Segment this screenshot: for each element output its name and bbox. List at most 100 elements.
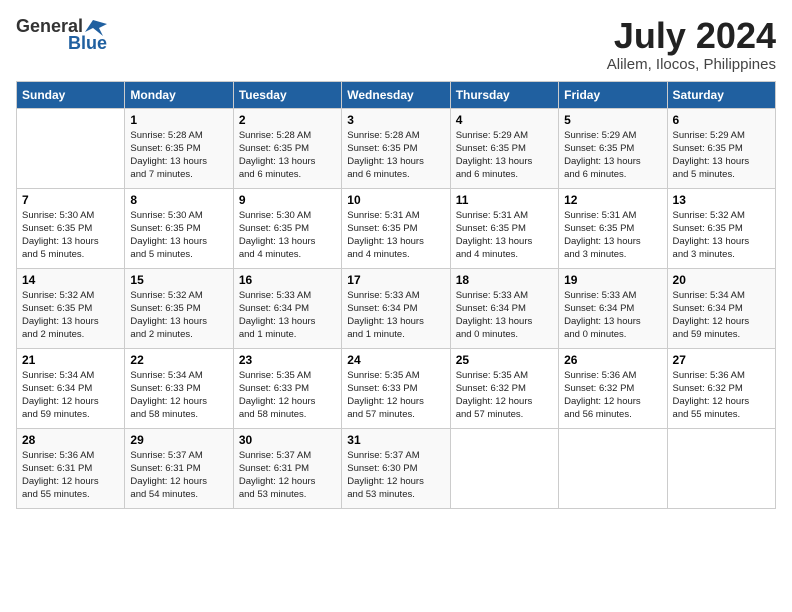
day-number: 1 (130, 113, 227, 127)
day-info-line: and 0 minutes. (564, 328, 661, 341)
day-info-line: Sunrise: 5:32 AM (673, 209, 770, 222)
day-info-line: Sunset: 6:35 PM (22, 302, 119, 315)
page-header: General Blue July 2024 Alilem, Ilocos, P… (16, 16, 776, 73)
day-info-line: Sunset: 6:35 PM (673, 222, 770, 235)
day-info-line: and 4 minutes. (347, 248, 444, 261)
calendar-cell: 29Sunrise: 5:37 AMSunset: 6:31 PMDayligh… (125, 428, 233, 508)
calendar-cell: 11Sunrise: 5:31 AMSunset: 6:35 PMDayligh… (450, 188, 558, 268)
day-info-line: Daylight: 13 hours (564, 315, 661, 328)
day-info-line: Daylight: 13 hours (239, 315, 336, 328)
day-info-line: Sunrise: 5:29 AM (564, 129, 661, 142)
day-info-line: Sunset: 6:35 PM (673, 142, 770, 155)
day-info-line: Sunset: 6:34 PM (456, 302, 553, 315)
day-info-line: Sunset: 6:35 PM (239, 142, 336, 155)
day-info-line: and 6 minutes. (239, 168, 336, 181)
day-number: 28 (22, 433, 119, 447)
day-info-line: and 5 minutes. (673, 168, 770, 181)
day-info-line: and 4 minutes. (456, 248, 553, 261)
day-info: Sunrise: 5:36 AMSunset: 6:31 PMDaylight:… (22, 449, 119, 502)
day-info: Sunrise: 5:28 AMSunset: 6:35 PMDaylight:… (130, 129, 227, 182)
calendar-cell: 17Sunrise: 5:33 AMSunset: 6:34 PMDayligh… (342, 268, 450, 348)
day-number: 16 (239, 273, 336, 287)
day-info: Sunrise: 5:35 AMSunset: 6:33 PMDaylight:… (239, 369, 336, 422)
month-year-title: July 2024 (607, 16, 776, 56)
day-info-line: Daylight: 13 hours (22, 235, 119, 248)
calendar-cell: 25Sunrise: 5:35 AMSunset: 6:32 PMDayligh… (450, 348, 558, 428)
day-info-line: Sunrise: 5:32 AM (22, 289, 119, 302)
day-info-line: and 2 minutes. (22, 328, 119, 341)
day-number: 22 (130, 353, 227, 367)
calendar-cell: 28 Sunrise: 5:36 AMSunset: 6:31 PMDayligh… (17, 428, 125, 508)
calendar-cell: 24Sunrise: 5:35 AMSunset: 6:33 PMDayligh… (342, 348, 450, 428)
calendar-cell: 12Sunrise: 5:31 AMSunset: 6:35 PMDayligh… (559, 188, 667, 268)
column-header-tuesday: Tuesday (233, 81, 341, 108)
day-info-line: Daylight: 13 hours (456, 315, 553, 328)
day-number: 30 (239, 433, 336, 447)
day-info-line: and 57 minutes. (456, 408, 553, 421)
day-info-line: and 5 minutes. (22, 248, 119, 261)
day-info-line: Sunset: 6:35 PM (564, 142, 661, 155)
day-info: Sunrise: 5:33 AMSunset: 6:34 PMDaylight:… (239, 289, 336, 342)
calendar-cell: 15Sunrise: 5:32 AMSunset: 6:35 PMDayligh… (125, 268, 233, 348)
day-info-line: Daylight: 13 hours (673, 155, 770, 168)
day-info-line: and 3 minutes. (673, 248, 770, 261)
day-number: 9 (239, 193, 336, 207)
day-info: Sunrise: 5:36 AMSunset: 6:32 PMDaylight:… (564, 369, 661, 422)
day-info-line: and 5 minutes. (130, 248, 227, 261)
calendar-cell (667, 428, 775, 508)
location-subtitle: Alilem, Ilocos, Philippines (607, 56, 776, 73)
calendar-cell: 5Sunrise: 5:29 AMSunset: 6:35 PMDaylight… (559, 108, 667, 188)
day-info-line: Sunset: 6:35 PM (456, 142, 553, 155)
day-info-line: Daylight: 12 hours (673, 395, 770, 408)
day-number: 25 (456, 353, 553, 367)
title-area: July 2024 Alilem, Ilocos, Philippines (607, 16, 776, 73)
calendar-cell: 4Sunrise: 5:29 AMSunset: 6:35 PMDaylight… (450, 108, 558, 188)
day-info-line: Sunset: 6:30 PM (347, 462, 444, 475)
day-info: Sunrise: 5:30 AMSunset: 6:35 PMDaylight:… (22, 209, 119, 262)
calendar-cell: 23Sunrise: 5:35 AMSunset: 6:33 PMDayligh… (233, 348, 341, 428)
day-number: 29 (130, 433, 227, 447)
calendar-cell (559, 428, 667, 508)
day-info-line: Sunrise: 5:37 AM (239, 449, 336, 462)
day-info-line: Sunset: 6:35 PM (239, 222, 336, 235)
day-info-line: Sunset: 6:31 PM (239, 462, 336, 475)
day-info-line: Sunset: 6:35 PM (347, 142, 444, 155)
day-info-line: Sunrise: 5:34 AM (22, 369, 119, 382)
day-info-line: and 1 minute. (347, 328, 444, 341)
week-row-2: 7Sunrise: 5:30 AMSunset: 6:35 PMDaylight… (17, 188, 776, 268)
day-info-line: Sunset: 6:35 PM (564, 222, 661, 235)
day-info-line: Daylight: 13 hours (673, 235, 770, 248)
day-info-line: Sunrise: 5:35 AM (347, 369, 444, 382)
day-info-line: and 58 minutes. (130, 408, 227, 421)
day-info-line: Daylight: 12 hours (239, 475, 336, 488)
day-info: Sunrise: 5:34 AMSunset: 6:33 PMDaylight:… (130, 369, 227, 422)
calendar-cell: 13Sunrise: 5:32 AMSunset: 6:35 PMDayligh… (667, 188, 775, 268)
day-info: Sunrise: 5:34 AMSunset: 6:34 PMDaylight:… (22, 369, 119, 422)
calendar-cell (450, 428, 558, 508)
day-info-line: and 3 minutes. (564, 248, 661, 261)
day-info-line: Sunset: 6:35 PM (347, 222, 444, 235)
day-info-line: and 4 minutes. (239, 248, 336, 261)
day-info-line: Sunset: 6:31 PM (130, 462, 227, 475)
day-info: Sunrise: 5:29 AMSunset: 6:35 PMDaylight:… (456, 129, 553, 182)
day-info: Sunrise: 5:33 AMSunset: 6:34 PMDaylight:… (564, 289, 661, 342)
day-number: 31 (347, 433, 444, 447)
day-number: 11 (456, 193, 553, 207)
day-info-line: Sunrise: 5:36 AM (564, 369, 661, 382)
calendar-cell: 1 Sunrise: 5:28 AMSunset: 6:35 PMDaylight… (125, 108, 233, 188)
day-info-line: Daylight: 12 hours (130, 395, 227, 408)
calendar-cell: 27Sunrise: 5:36 AMSunset: 6:32 PMDayligh… (667, 348, 775, 428)
day-info-line: and 59 minutes. (673, 328, 770, 341)
day-info-line: Sunset: 6:34 PM (347, 302, 444, 315)
day-info-line: Daylight: 13 hours (130, 315, 227, 328)
calendar-cell: 10Sunrise: 5:31 AMSunset: 6:35 PMDayligh… (342, 188, 450, 268)
week-row-1: 1 Sunrise: 5:28 AMSunset: 6:35 PMDaylight… (17, 108, 776, 188)
day-info-line: Daylight: 13 hours (347, 235, 444, 248)
day-number: 3 (347, 113, 444, 127)
day-info-line: Daylight: 13 hours (239, 235, 336, 248)
calendar-cell: 31Sunrise: 5:37 AMSunset: 6:30 PMDayligh… (342, 428, 450, 508)
day-info: Sunrise: 5:28 AMSunset: 6:35 PMDaylight:… (239, 129, 336, 182)
day-info-line: Daylight: 13 hours (456, 235, 553, 248)
day-info-line: and 6 minutes. (456, 168, 553, 181)
calendar-cell (17, 108, 125, 188)
